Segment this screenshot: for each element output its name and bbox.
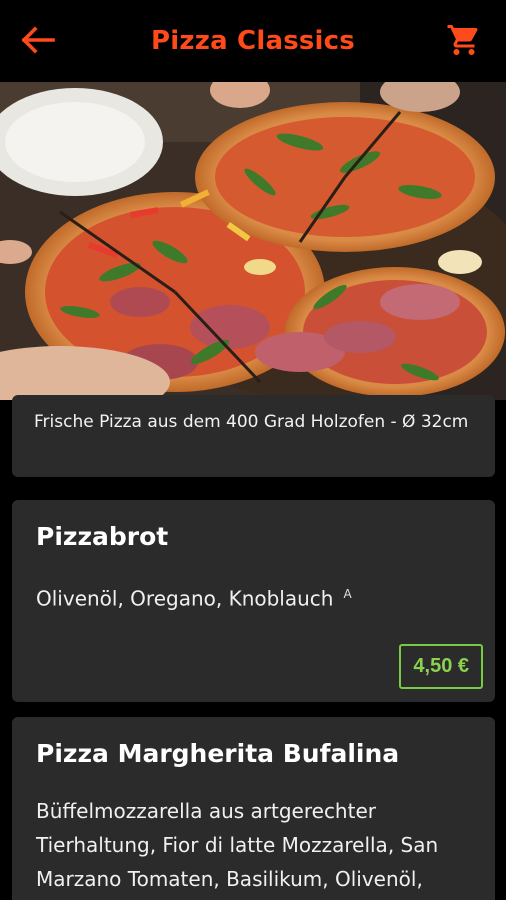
pizza-photo bbox=[0, 82, 506, 400]
app-screen: Pizza Classics Frische Pizza aus dem 400… bbox=[0, 0, 506, 900]
page-title: Pizza Classics bbox=[151, 26, 355, 56]
product-description: Olivenöl, Oregano, Knoblauch A bbox=[36, 577, 471, 616]
arrow-left-icon bbox=[21, 26, 55, 54]
product-name: Pizza Margherita Bufalina bbox=[36, 739, 400, 768]
product-card[interactable]: Pizza Margherita Bufalina Büffelmozzarel… bbox=[12, 717, 495, 900]
product-card[interactable]: Pizzabrot Olivenöl, Oregano, Knoblauch A … bbox=[12, 500, 495, 702]
hero-image bbox=[0, 82, 506, 400]
back-button[interactable] bbox=[18, 20, 58, 60]
info-text: Frische Pizza aus dem 400 Grad Holzofen … bbox=[34, 412, 469, 432]
product-name: Pizzabrot bbox=[36, 522, 169, 551]
price-button[interactable]: 4,50 € bbox=[399, 644, 483, 689]
cart-button[interactable] bbox=[444, 20, 484, 60]
app-header: Pizza Classics bbox=[0, 0, 506, 82]
info-card: Frische Pizza aus dem 400 Grad Holzofen … bbox=[12, 395, 495, 477]
allergen-badge: A bbox=[343, 587, 352, 601]
product-description: Büffelmozzarella aus artgerechter Tierha… bbox=[36, 799, 439, 891]
shopping-cart-icon bbox=[447, 25, 478, 55]
product-ingredients: Olivenöl, Oregano, Knoblauch bbox=[36, 586, 334, 611]
